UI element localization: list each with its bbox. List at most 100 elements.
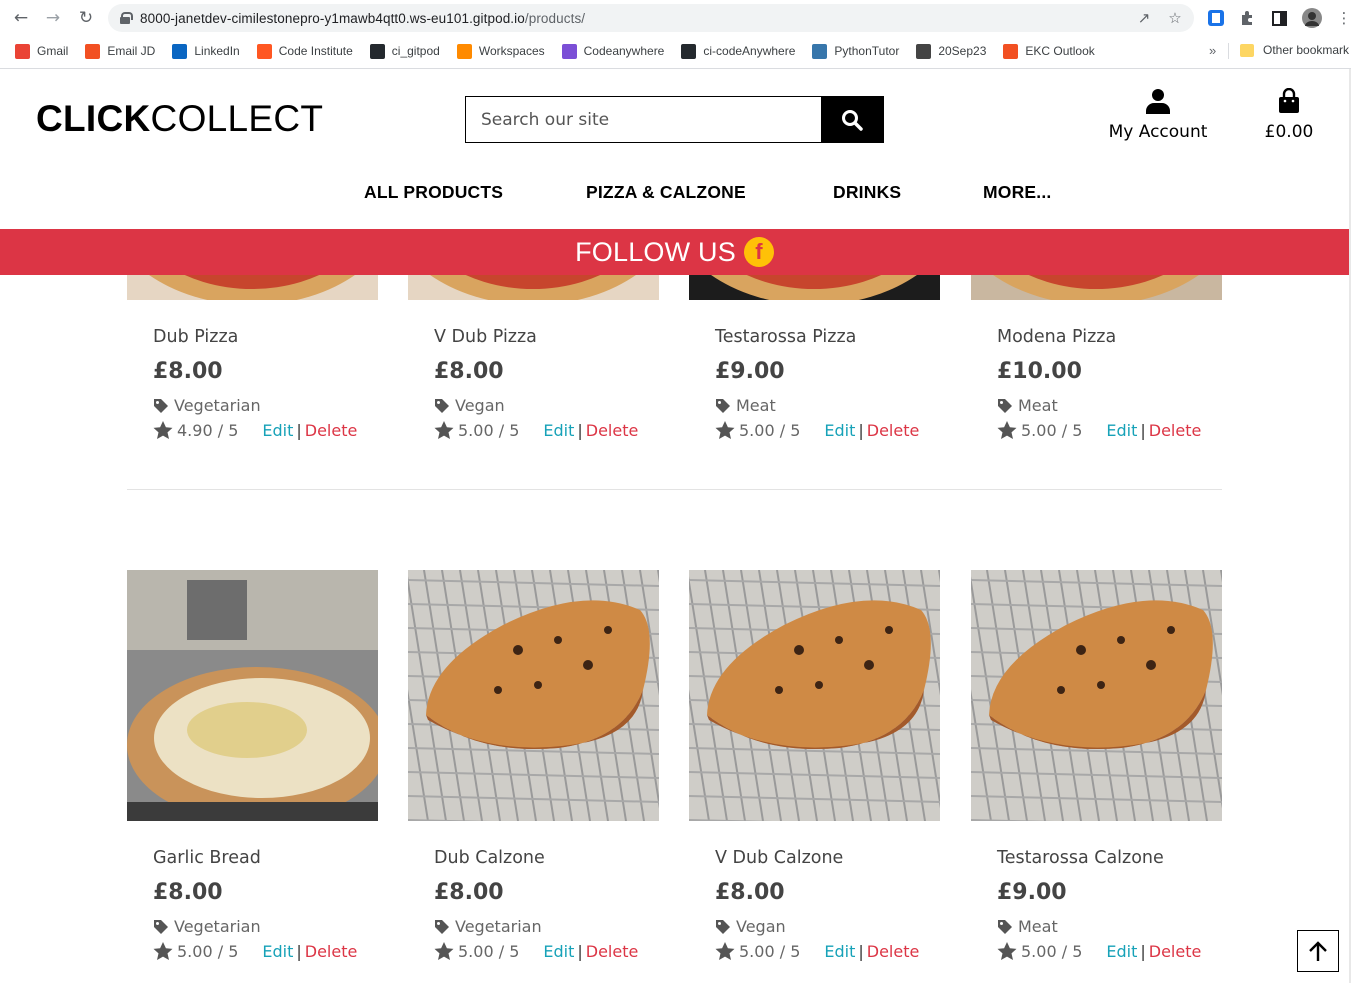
- bookmark-label: Code Institute: [278, 44, 353, 58]
- tag-icon: [435, 919, 449, 934]
- bookmark-item[interactable]: Email JD: [85, 43, 155, 59]
- kebab-menu-icon[interactable]: ⋮: [1334, 8, 1351, 28]
- extensions-puzzle-icon[interactable]: [1237, 8, 1257, 28]
- delete-link[interactable]: Delete: [1149, 421, 1202, 440]
- bookmark-item[interactable]: Codeanywhere: [561, 43, 664, 59]
- star-icon: [434, 421, 454, 439]
- product-name[interactable]: Garlic Bread: [153, 848, 393, 868]
- product-name[interactable]: Testarossa Pizza: [715, 327, 955, 347]
- row-divider: [127, 489, 1222, 490]
- product-meta: 5.00 / 5 Edit | Delete: [434, 942, 674, 961]
- bookmark-label: EKC Outlook: [1025, 44, 1095, 58]
- product-name[interactable]: Dub Calzone: [434, 848, 674, 868]
- address-bar[interactable]: 8000-janetdev-cimilestonepro-y1mawb4qtt0…: [108, 4, 1194, 32]
- product-category[interactable]: Vegan: [715, 917, 955, 936]
- follow-us-banner[interactable]: FOLLOW US f: [0, 229, 1349, 275]
- bookmark-item[interactable]: EKC Outlook: [1003, 43, 1095, 59]
- bookmark-favicon-icon: [812, 43, 828, 59]
- star-icon: [715, 942, 735, 960]
- product-category[interactable]: Vegetarian: [153, 396, 393, 415]
- product-category[interactable]: Vegan: [434, 396, 674, 415]
- product-price: £10.00: [997, 359, 1082, 384]
- product-name[interactable]: V Dub Pizza: [434, 327, 674, 347]
- product-category[interactable]: Vegetarian: [434, 917, 674, 936]
- product-rating: 5.00 / 5: [1021, 942, 1083, 961]
- delete-link[interactable]: Delete: [867, 942, 920, 961]
- product-image[interactable]: [408, 275, 659, 300]
- edit-link[interactable]: Edit: [1106, 942, 1137, 961]
- extension-badge-icon[interactable]: [1206, 8, 1226, 28]
- product-image[interactable]: [971, 275, 1222, 300]
- search-input[interactable]: [466, 97, 821, 142]
- bookmark-item[interactable]: Gmail: [15, 43, 68, 59]
- product-image[interactable]: [689, 275, 940, 300]
- bookmark-favicon-icon: [1003, 43, 1019, 59]
- reload-icon[interactable]: ↻: [74, 6, 98, 30]
- edit-link[interactable]: Edit: [262, 421, 293, 440]
- star-icon: [997, 942, 1017, 960]
- edit-link[interactable]: Edit: [543, 942, 574, 961]
- edit-link[interactable]: Edit: [824, 421, 855, 440]
- link-separator: |: [296, 942, 302, 961]
- delete-link[interactable]: Delete: [867, 421, 920, 440]
- my-account-link[interactable]: My Account: [1100, 88, 1216, 142]
- bookmarks-list: Gmail Email JD LinkedIn Code Institute ci_gi…: [15, 43, 1112, 59]
- product-price: £9.00: [997, 880, 1067, 905]
- product-image[interactable]: [127, 275, 378, 300]
- search-button[interactable]: [821, 97, 883, 142]
- facebook-icon[interactable]: f: [743, 237, 774, 267]
- product-image[interactable]: [408, 570, 659, 821]
- nav-all-products[interactable]: ALL PRODUCTS: [364, 182, 503, 203]
- edit-link[interactable]: Edit: [1106, 421, 1137, 440]
- nav-pizza-calzone[interactable]: PIZZA & CALZONE: [586, 182, 746, 203]
- delete-link[interactable]: Delete: [1149, 942, 1202, 961]
- edit-link[interactable]: Edit: [824, 942, 855, 961]
- edit-link[interactable]: Edit: [262, 942, 293, 961]
- back-to-top-button[interactable]: [1297, 930, 1339, 972]
- back-arrow-icon[interactable]: ←: [9, 6, 33, 30]
- bookmark-item[interactable]: ci-codeAnywhere: [681, 43, 795, 59]
- bookmark-item[interactable]: ci_gitpod: [369, 43, 440, 59]
- product-name[interactable]: Testarossa Calzone: [997, 848, 1237, 868]
- product-price: £8.00: [715, 880, 785, 905]
- bookmark-item[interactable]: Workspaces: [456, 43, 545, 59]
- product-category[interactable]: Meat: [997, 396, 1237, 415]
- bookmark-item[interactable]: PythonTutor: [812, 43, 899, 59]
- delete-link[interactable]: Delete: [305, 421, 358, 440]
- product-name[interactable]: Dub Pizza: [153, 327, 393, 347]
- other-bookmarks[interactable]: Other bookmark: [1240, 43, 1349, 57]
- bookmark-item[interactable]: 20Sep23: [916, 43, 986, 59]
- bookmarks-overflow-icon[interactable]: »: [1209, 43, 1216, 58]
- product-image[interactable]: [689, 570, 940, 821]
- star-icon[interactable]: ☆: [1166, 9, 1184, 27]
- delete-link[interactable]: Delete: [586, 421, 639, 440]
- product-category[interactable]: Vegetarian: [153, 917, 393, 936]
- bookmark-item[interactable]: LinkedIn: [172, 43, 240, 59]
- product-image[interactable]: [971, 570, 1222, 821]
- bookmark-item[interactable]: Code Institute: [256, 43, 353, 59]
- user-icon: [1146, 89, 1170, 114]
- link-separator: |: [858, 942, 864, 961]
- share-icon[interactable]: ↗: [1135, 9, 1153, 27]
- product-category[interactable]: Meat: [715, 396, 955, 415]
- product-price: £9.00: [715, 359, 785, 384]
- product-details: Dub Calzone £8.00 Vegetarian 5.00 / 5 Edit | D…: [434, 848, 674, 961]
- product-meta: 5.00 / 5 Edit | Delete: [997, 421, 1237, 440]
- product-name[interactable]: Modena Pizza: [997, 327, 1237, 347]
- product-name[interactable]: V Dub Calzone: [715, 848, 955, 868]
- edit-link[interactable]: Edit: [543, 421, 574, 440]
- shopping-bag-link[interactable]: £0.00: [1256, 87, 1322, 142]
- product-category[interactable]: Meat: [997, 917, 1237, 936]
- bookmark-favicon-icon: [256, 43, 272, 59]
- product-image[interactable]: [127, 570, 378, 821]
- forward-arrow-icon[interactable]: →: [41, 6, 65, 30]
- bookmark-label: LinkedIn: [194, 44, 240, 58]
- site-logo[interactable]: CLICKCOLLECT: [36, 98, 323, 140]
- delete-link[interactable]: Delete: [586, 942, 639, 961]
- link-separator: |: [1140, 421, 1146, 440]
- nav-drinks[interactable]: DRINKS: [833, 182, 901, 203]
- delete-link[interactable]: Delete: [305, 942, 358, 961]
- nav-more[interactable]: MORE...: [983, 182, 1052, 203]
- profile-avatar[interactable]: [1302, 8, 1322, 28]
- side-panel-icon[interactable]: [1269, 8, 1289, 28]
